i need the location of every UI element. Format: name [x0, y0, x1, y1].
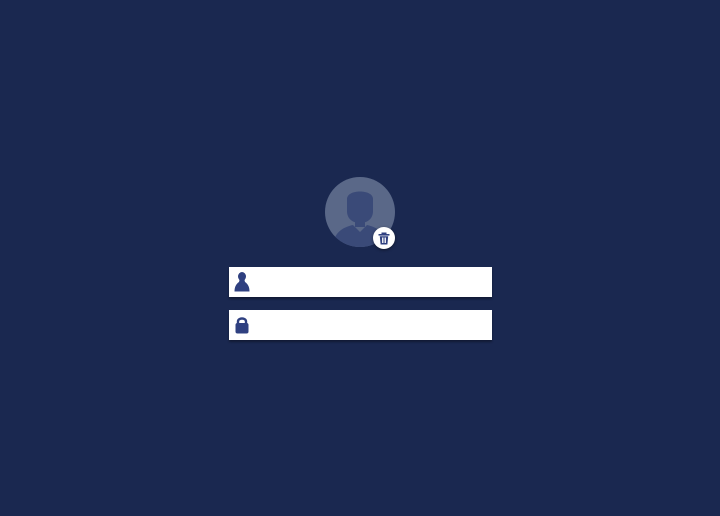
- username-input[interactable]: [255, 268, 492, 296]
- lock-icon: [229, 310, 255, 340]
- user-icon: [229, 267, 255, 297]
- avatar-container: [325, 177, 395, 249]
- trash-icon: [378, 232, 390, 244]
- delete-avatar-button[interactable]: [373, 227, 395, 249]
- username-field: [229, 267, 492, 297]
- login-screen: [0, 0, 720, 516]
- password-field: [229, 310, 492, 340]
- password-input[interactable]: [255, 311, 492, 339]
